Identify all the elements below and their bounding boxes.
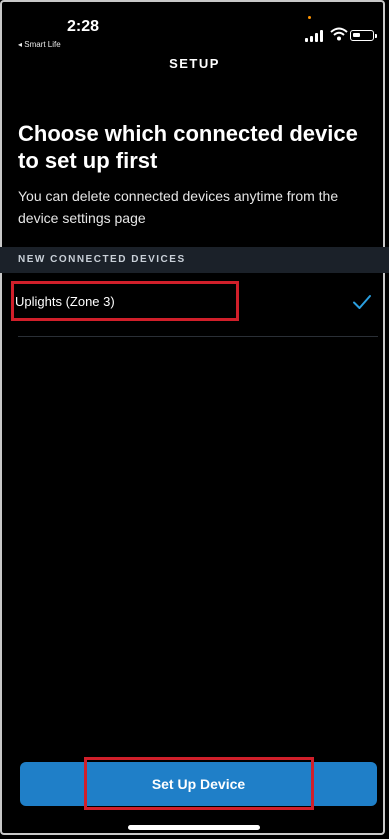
battery-icon (350, 30, 377, 41)
home-indicator[interactable] (128, 825, 260, 830)
page-title: SETUP (169, 56, 220, 71)
privacy-indicator-dot (308, 16, 311, 19)
description-text: You can delete connected devices anytime… (18, 188, 339, 226)
check-icon (353, 295, 371, 309)
signal-icon (305, 30, 325, 42)
set-up-device-button[interactable]: Set Up Device (20, 762, 377, 806)
device-list-item[interactable]: Uplights (Zone 3) (0, 276, 389, 337)
device-label: Uplights (Zone 3) (15, 294, 115, 309)
back-to-app-link[interactable]: ◂ Smart Life (18, 40, 61, 49)
wifi-icon (330, 27, 348, 41)
row-divider (18, 336, 378, 337)
main-heading: Choose which connected device to set up … (18, 121, 358, 173)
status-time: 2:28 (67, 18, 100, 35)
status-bar: 2:28 ◂ Smart Life (0, 0, 389, 49)
section-header-new-devices: NEW CONNECTED DEVICES (0, 247, 389, 273)
